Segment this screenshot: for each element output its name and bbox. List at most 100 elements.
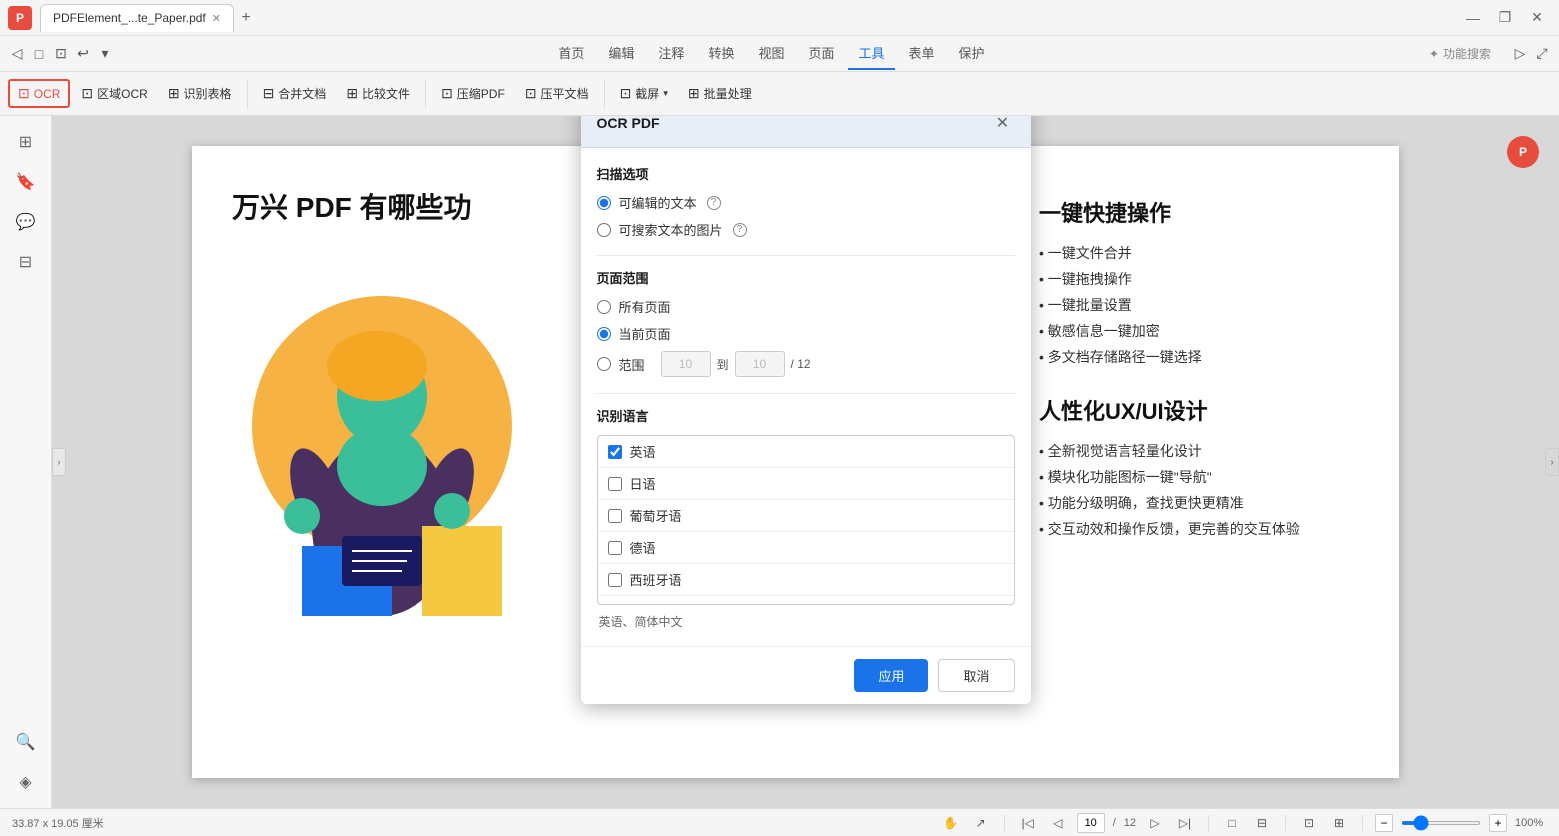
recognize-table-label: 识别表格: [184, 85, 232, 102]
page-view-button[interactable]: □: [1221, 812, 1243, 834]
sidebar-search[interactable]: 🔍: [8, 724, 44, 760]
region-ocr-button[interactable]: ⊡ 区域OCR: [72, 80, 156, 107]
scan-options-group: 可编辑的文本 ? 可搜索文本的图片 ?: [597, 193, 1015, 239]
compress-pdf-button[interactable]: ⊡ 压缩PDF: [432, 80, 514, 107]
new-tab-button[interactable]: +: [234, 6, 258, 30]
menu-page[interactable]: 页面: [798, 37, 844, 70]
lang-label-2: 葡萄牙语: [630, 506, 682, 525]
screenshot-label: 截屏: [635, 85, 659, 102]
lang-checkbox-4[interactable]: [608, 573, 622, 587]
close-button[interactable]: ✕: [1523, 8, 1551, 28]
option-searchable-image-label: 可搜索文本的图片: [619, 220, 723, 239]
range-current-page-radio[interactable]: [597, 327, 611, 341]
menu-protect[interactable]: 保护: [949, 37, 995, 70]
sidebar-panel-toggle[interactable]: ⊞: [8, 124, 44, 160]
option-editable-text-radio[interactable]: [597, 196, 611, 210]
menu-view[interactable]: 视图: [748, 37, 794, 70]
region-ocr-icon: ⊡: [81, 85, 93, 102]
recognize-table-button[interactable]: ⊞ 识别表格: [159, 80, 241, 107]
lang-item-1[interactable]: 日语: [598, 468, 1014, 500]
sidebar-bookmark[interactable]: 🔖: [8, 164, 44, 200]
range-total: / 12: [791, 357, 811, 371]
compress-label: 压缩PDF: [457, 85, 505, 102]
range-current-page[interactable]: 当前页面: [597, 324, 1015, 343]
lang-item-4[interactable]: 西班牙语: [598, 564, 1014, 596]
apply-button[interactable]: 应用: [854, 659, 928, 692]
lang-item-5[interactable]: 法语: [598, 596, 1014, 605]
range-all-pages-radio[interactable]: [597, 300, 611, 314]
next-page-button[interactable]: ▷: [1144, 812, 1166, 834]
maximize-button[interactable]: ❐: [1491, 8, 1519, 28]
separator-2: [425, 80, 426, 108]
tab-close-icon[interactable]: ✕: [212, 12, 221, 25]
ocr-label: OCR: [34, 87, 61, 101]
hand-tool-button[interactable]: ✋: [940, 812, 962, 834]
statusbar-sep-1: [1004, 815, 1005, 831]
dialog-close-button[interactable]: ✕: [991, 116, 1015, 135]
menu-convert[interactable]: 转换: [698, 37, 744, 70]
range-all-pages-label: 所有页面: [619, 297, 671, 316]
menu-tools[interactable]: 工具: [848, 37, 894, 70]
flatten-icon: ⊡: [525, 85, 537, 102]
batch-process-button[interactable]: ⊞ 批量处理: [679, 80, 761, 107]
compare-files-button[interactable]: ⊞ 比较文件: [337, 80, 419, 107]
range-all-pages[interactable]: 所有页面: [597, 297, 1015, 316]
save-icon[interactable]: □: [30, 45, 48, 63]
option-searchable-image[interactable]: 可搜索文本的图片 ?: [597, 220, 1015, 239]
sidebar-comment[interactable]: 💬: [8, 204, 44, 240]
menu-home[interactable]: 首页: [548, 37, 594, 70]
menu-forms[interactable]: 表单: [899, 37, 945, 70]
sidebar-layers[interactable]: ⊟: [8, 244, 44, 280]
lang-item-0[interactable]: 英语: [598, 436, 1014, 468]
lang-checkbox-1[interactable]: [608, 477, 622, 491]
merge-files-button[interactable]: ⊟ 合并文档: [254, 80, 336, 107]
ocr-button[interactable]: ⊡ OCR: [8, 79, 70, 108]
lang-item-3[interactable]: 德语: [598, 532, 1014, 564]
undo-icon[interactable]: ↩: [74, 45, 92, 63]
lang-item-2[interactable]: 葡萄牙语: [598, 500, 1014, 532]
merge-icon: ⊟: [263, 85, 275, 102]
last-page-button[interactable]: ▷|: [1174, 812, 1196, 834]
back-icon[interactable]: ◁: [8, 45, 26, 63]
forward-icon[interactable]: ▷: [1511, 45, 1529, 63]
range-to-input[interactable]: [735, 351, 785, 377]
first-page-button[interactable]: |◁: [1017, 812, 1039, 834]
two-page-button[interactable]: ⊟: [1251, 812, 1273, 834]
fit-page-button[interactable]: ⊡: [1298, 812, 1320, 834]
zoom-out-button[interactable]: −: [1375, 814, 1393, 832]
range-custom[interactable]: 范围 到 / 12: [597, 351, 1015, 377]
searchable-image-info-icon[interactable]: ?: [733, 223, 747, 237]
prev-page-button[interactable]: ◁: [1047, 812, 1069, 834]
editable-text-info-icon[interactable]: ?: [707, 196, 721, 210]
flatten-doc-button[interactable]: ⊡ 压平文档: [516, 80, 598, 107]
menu-annotate[interactable]: 注释: [648, 37, 694, 70]
range-custom-radio[interactable]: [597, 357, 611, 371]
statusbar-sep-3: [1285, 815, 1286, 831]
selection-tool-button[interactable]: ↗: [970, 812, 992, 834]
fit-width-button[interactable]: ⊞: [1328, 812, 1350, 834]
range-from-input[interactable]: [661, 351, 711, 377]
menu-edit[interactable]: 编辑: [598, 37, 644, 70]
option-searchable-image-radio[interactable]: [597, 223, 611, 237]
active-tab[interactable]: PDFElement_...te_Paper.pdf ✕: [40, 4, 234, 32]
lang-checkbox-3[interactable]: [608, 541, 622, 555]
current-page-input[interactable]: [1077, 813, 1105, 833]
option-editable-text[interactable]: 可编辑的文本 ?: [597, 193, 1015, 212]
zoom-in-button[interactable]: +: [1489, 814, 1507, 832]
lang-checkbox-0[interactable]: [608, 445, 622, 459]
divider-2: [597, 393, 1015, 394]
screenshot-button[interactable]: ⊡ 截屏 ▾: [611, 80, 677, 107]
pdf-content-area: 万兴 PDF 有哪些功: [52, 116, 1559, 808]
expand-icon[interactable]: ⤢: [1533, 45, 1551, 63]
sidebar-stamps[interactable]: ◈: [8, 764, 44, 800]
screenshot-dropdown-icon: ▾: [663, 88, 668, 99]
dropdown-icon[interactable]: ▾: [96, 45, 114, 63]
print-icon[interactable]: ⊡: [52, 45, 70, 63]
minimize-button[interactable]: —: [1459, 8, 1487, 28]
language-list[interactable]: 英语日语葡萄牙语德语西班牙语法语意大利语繁体中文: [597, 435, 1015, 605]
lang-checkbox-5[interactable]: [608, 605, 622, 606]
lang-label-0: 英语: [630, 442, 656, 461]
lang-checkbox-2[interactable]: [608, 509, 622, 523]
zoom-slider[interactable]: [1401, 821, 1481, 825]
cancel-button[interactable]: 取消: [938, 659, 1014, 692]
